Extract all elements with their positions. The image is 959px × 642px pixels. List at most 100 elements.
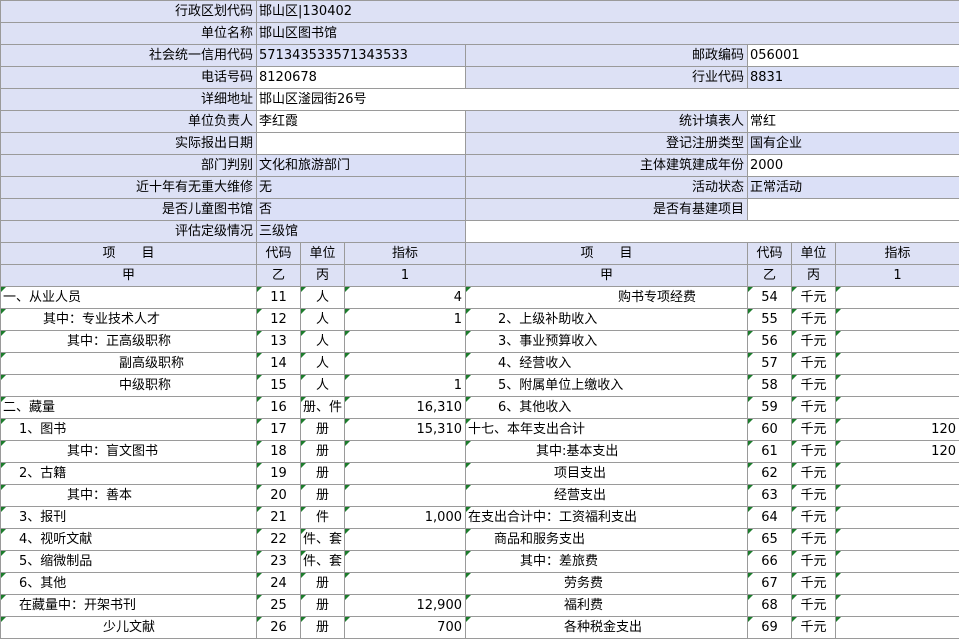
row-value-right[interactable]	[835, 374, 959, 397]
row-value-right[interactable]	[835, 550, 959, 573]
phone-value[interactable]: 8120678	[256, 66, 466, 89]
row-value-left[interactable]: 1	[344, 374, 466, 397]
row-item-left: 4、视听文献	[0, 528, 257, 551]
row-value-left[interactable]	[344, 352, 466, 375]
row-value-left[interactable]	[344, 462, 466, 485]
row-item-left: 在藏量中：开架书刊	[0, 594, 257, 617]
rating-blank	[464, 220, 959, 243]
region-code-label: 行政区划代码	[0, 0, 257, 23]
row-value-left[interactable]: 1,000	[344, 506, 466, 529]
children-value[interactable]: 否	[256, 198, 466, 221]
unit-name-value[interactable]: 邯山区图书馆	[255, 22, 959, 45]
subheader-indicator-right: 1	[835, 264, 959, 287]
row-code-left: 24	[256, 572, 301, 595]
table-row: 中级职称 15 人 1 5、附属单位上缴收入 58 千元	[0, 374, 959, 397]
filler-label: 统计填表人	[465, 110, 748, 133]
row-value-left[interactable]	[344, 484, 466, 507]
row-value-right[interactable]	[835, 506, 959, 529]
row-value-right[interactable]	[835, 484, 959, 507]
info-table: 行政区划代码 邯山区|130402 单位名称 邯山区图书馆 社会统一信用代码 5…	[0, 0, 959, 243]
filler-value[interactable]: 常红	[746, 110, 959, 133]
rating-value[interactable]: 三级馆	[256, 220, 466, 243]
row-unit-left: 册	[300, 462, 345, 485]
row-unit-left: 件、套	[300, 528, 345, 551]
row-item-left: 少儿文献	[0, 616, 257, 639]
repair-value[interactable]: 无	[256, 176, 466, 199]
row-item-right: 其中：差旅费	[465, 550, 748, 573]
report-date-value[interactable]	[256, 132, 466, 155]
activity-value[interactable]: 正常活动	[746, 176, 959, 199]
row-unit-left: 人	[300, 330, 345, 353]
subheader-indicator: 1	[344, 264, 466, 287]
row-item-right: 5、附属单位上缴收入	[465, 374, 748, 397]
row-value-left[interactable]	[344, 528, 466, 551]
row-unit-right: 千元	[791, 418, 836, 441]
phone-label: 电话号码	[0, 66, 257, 89]
row-code-right: 61	[747, 440, 792, 463]
row-code-left: 23	[256, 550, 301, 573]
row-code-left: 26	[256, 616, 301, 639]
row-value-right[interactable]	[835, 286, 959, 309]
row-value-right[interactable]	[835, 462, 959, 485]
credit-code-value[interactable]: 571343533571343533	[256, 44, 466, 67]
row-value-left[interactable]: 4	[344, 286, 466, 309]
row-value-left[interactable]	[344, 330, 466, 353]
row-value-right[interactable]: 120	[835, 418, 959, 441]
capital-label: 是否有基建项目	[465, 198, 748, 221]
region-code-value[interactable]: 邯山区|130402	[255, 0, 959, 23]
row-value-right[interactable]	[835, 330, 959, 353]
row-code-left: 16	[256, 396, 301, 419]
report-date-label: 实际报出日期	[0, 132, 257, 155]
header-unit-right: 单位	[791, 242, 836, 265]
header-indicator: 指标	[344, 242, 466, 265]
row-item-left: 一、从业人员	[0, 286, 257, 309]
subheader-code: 乙	[256, 264, 301, 287]
row-value-right[interactable]	[835, 528, 959, 551]
row-value-left[interactable]	[344, 550, 466, 573]
row-value-right[interactable]	[835, 616, 959, 639]
table-row: 二、藏量 16 册、件 16,310 6、其他收入 59 千元	[0, 396, 959, 419]
row-item-left: 其中：盲文图书	[0, 440, 257, 463]
row-unit-right: 千元	[791, 616, 836, 639]
capital-value[interactable]	[746, 198, 959, 221]
subheader-unit-right: 丙	[791, 264, 836, 287]
row-item-right: 在支出合计中：工资福利支出	[465, 506, 748, 529]
row-value-right[interactable]: 120	[835, 440, 959, 463]
row-value-right[interactable]	[835, 396, 959, 419]
address-label: 详细地址	[0, 88, 257, 111]
table-row: 其中：善本 20 册 经营支出 63 千元	[0, 484, 959, 507]
postcode-value[interactable]: 056001	[746, 44, 959, 67]
row-item-left: 5、缩微制品	[0, 550, 257, 573]
row-value-left[interactable]	[344, 572, 466, 595]
table-row: 5、缩微制品 23 件、套 其中：差旅费 66 千元	[0, 550, 959, 573]
head-value[interactable]: 李红霞	[256, 110, 466, 133]
department-value[interactable]: 文化和旅游部门	[256, 154, 466, 177]
row-unit-right: 千元	[791, 594, 836, 617]
build-year-label: 主体建筑建成年份	[465, 154, 748, 177]
row-unit-right: 千元	[791, 352, 836, 375]
row-value-left[interactable]: 15,310	[344, 418, 466, 441]
row-value-left[interactable]: 16,310	[344, 396, 466, 419]
build-year-value[interactable]: 2000	[746, 154, 959, 177]
header-code-right: 代码	[747, 242, 792, 265]
row-code-right: 63	[747, 484, 792, 507]
row-value-right[interactable]	[835, 352, 959, 375]
reg-type-value[interactable]: 国有企业	[746, 132, 959, 155]
row-value-right[interactable]	[835, 594, 959, 617]
row-value-right[interactable]	[835, 308, 959, 331]
address-value[interactable]: 邯山区滏园街26号	[255, 88, 959, 111]
row-code-left: 12	[256, 308, 301, 331]
row-unit-right: 千元	[791, 506, 836, 529]
department-label: 部门判别	[0, 154, 257, 177]
row-value-left[interactable]: 700	[344, 616, 466, 639]
row-value-left[interactable]: 1	[344, 308, 466, 331]
row-unit-right: 千元	[791, 462, 836, 485]
row-value-left[interactable]	[344, 440, 466, 463]
table-row: 少儿文献 26 册 700 各种税金支出 69 千元	[0, 616, 959, 639]
indicator-table: 项 目 代码 单位 指标 项 目 代码 单位 指标 甲 乙 丙 1 甲 乙 丙 …	[0, 242, 959, 639]
row-unit-left: 件、套	[300, 550, 345, 573]
industry-code-value[interactable]: 8831	[746, 66, 959, 89]
row-value-right[interactable]	[835, 572, 959, 595]
row-value-left[interactable]: 12,900	[344, 594, 466, 617]
credit-code-label: 社会统一信用代码	[0, 44, 257, 67]
